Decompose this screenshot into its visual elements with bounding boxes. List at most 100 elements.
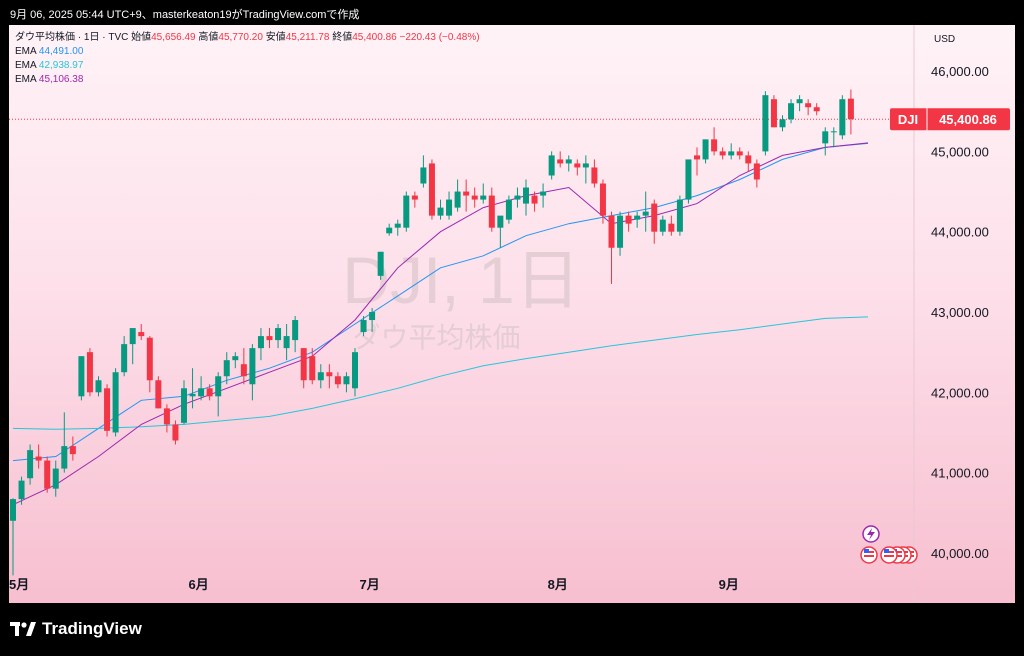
candle (35, 444, 42, 469)
candle-body (745, 155, 752, 164)
candle (181, 380, 187, 425)
time-axis[interactable]: 5月 6月 7月 8月 9月 (9, 577, 739, 592)
legend-symbol[interactable]: ダウ平均株価 · 1日 · TVC (15, 32, 128, 43)
candle-body (608, 215, 615, 248)
candle-body (27, 450, 34, 479)
tradingview-brand[interactable]: TradingView (10, 619, 142, 639)
candle (420, 155, 427, 188)
ema-label: EMA (15, 74, 37, 85)
candle-body (471, 195, 478, 200)
candle-body (249, 348, 256, 385)
candle-body (437, 207, 444, 216)
candle-body (411, 195, 418, 200)
candle-body (360, 320, 367, 333)
ohlc-legend: ダウ平均株価 · 1日 · TVC 始値45,656.49 高値45,770.2… (15, 31, 480, 87)
candle-body (283, 336, 290, 349)
month-label: 8月 (548, 577, 568, 592)
candle (446, 191, 453, 220)
candle (403, 191, 410, 232)
month-label: 6月 (189, 577, 209, 592)
candle-body (317, 372, 324, 381)
candle (651, 199, 658, 244)
legend-high-label: 高値 (198, 32, 219, 43)
candle-body (78, 356, 85, 397)
candle (300, 348, 307, 389)
candle (779, 115, 786, 132)
candle-body (172, 424, 179, 441)
price-tick-label: 42,000.00 (931, 385, 989, 400)
candle-body (420, 167, 427, 184)
candle (830, 127, 837, 148)
candle (249, 344, 256, 401)
candle-body (531, 195, 538, 204)
candle-body (548, 155, 555, 176)
candle (694, 147, 700, 176)
candle (138, 324, 145, 341)
candle-body (540, 191, 547, 196)
candle-body (523, 187, 529, 204)
candle (386, 223, 393, 236)
tradingview-logo-icon (10, 622, 36, 636)
candle-body (822, 131, 829, 144)
candle-body (428, 163, 435, 216)
candle-body (642, 211, 649, 216)
legend-low-label: 安値 (265, 32, 286, 43)
candle-body (275, 328, 282, 341)
event-icons[interactable] (860, 525, 918, 564)
ema-value: 45,106.38 (38, 74, 84, 85)
candle-body (582, 163, 589, 168)
candle-body (711, 139, 718, 152)
legend-ema-1[interactable]: EMA 44,491.00 (15, 45, 480, 59)
price-tag-value: 45,400.86 (939, 112, 997, 127)
candle-body (69, 446, 76, 455)
candle-body (599, 183, 606, 216)
flag-stripe (864, 555, 874, 557)
brand-name: TradingView (42, 619, 142, 638)
legend-ohlc-row: ダウ平均株価 · 1日 · TVC 始値45,656.49 高値45,770.2… (15, 31, 480, 45)
candle-body (155, 380, 162, 409)
ema-label: EMA (15, 60, 37, 71)
chart-caption: 9月 06, 2025 05:44 UTC+9、masterkeaton19がT… (10, 9, 360, 21)
currency-label: USD (934, 34, 955, 45)
candlestick-chart[interactable]: DJI, 1日 ダウ平均株価 USD46,000.0045,000.0044,0… (9, 25, 1015, 603)
candle (129, 328, 136, 365)
ema-label: EMA (15, 46, 37, 57)
chart-panel[interactable]: DJI, 1日 ダウ平均株価 USD 46,000.00 45,000.00 44,0… (9, 25, 1015, 603)
price-tick-label: 41,000.00 (931, 466, 989, 481)
candle (411, 191, 418, 208)
candle-body (326, 372, 333, 377)
candle (61, 412, 68, 473)
candle (257, 328, 264, 361)
candle (232, 352, 239, 369)
candle-body (676, 199, 683, 232)
candle-body (223, 360, 230, 377)
candle (309, 348, 316, 385)
legend-ema-2[interactable]: EMA 42,938.97 (15, 59, 480, 73)
candle (428, 159, 435, 220)
candle (557, 151, 564, 168)
candle-body (557, 159, 564, 164)
legend-ema-3[interactable]: EMA 45,106.38 (15, 73, 480, 87)
candle (796, 95, 803, 112)
candle (215, 372, 222, 417)
candle-body (839, 99, 846, 136)
candle (343, 372, 350, 393)
candle (813, 103, 820, 116)
price-tick-label: 40,000.00 (931, 546, 989, 561)
candle (121, 336, 128, 377)
candle (770, 95, 777, 128)
candle-body (702, 139, 709, 160)
candle-body (762, 95, 769, 152)
candle (266, 328, 273, 349)
candle (608, 211, 615, 284)
candle-body (463, 191, 470, 196)
candle-body (44, 460, 51, 489)
candle (617, 211, 624, 256)
candle (334, 372, 341, 389)
candle (27, 444, 34, 485)
ema-value: 44,491.00 (38, 46, 84, 57)
candle (10, 498, 16, 576)
candle-body (206, 388, 213, 397)
candle (69, 436, 76, 461)
candle-body (232, 356, 239, 361)
